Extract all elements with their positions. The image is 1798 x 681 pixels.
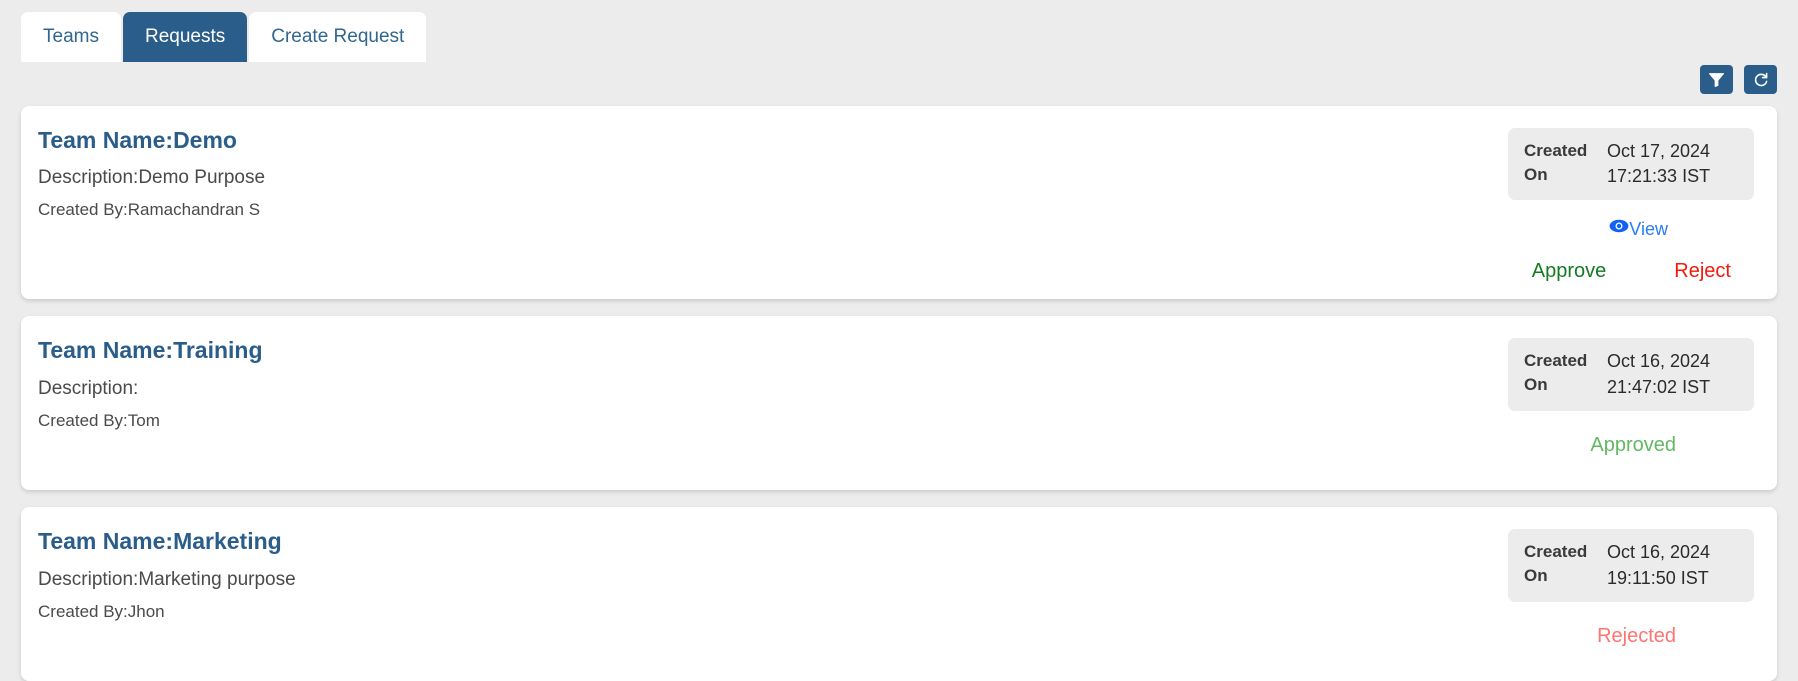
approve-button[interactable]: Approve [1532, 261, 1607, 281]
request-actions: Created On Oct 17, 2024 17:21:33 IST Vie… [1297, 106, 1777, 299]
created-time: 19:11:50 IST [1607, 567, 1709, 588]
tab-requests[interactable]: Requests [122, 12, 248, 62]
eye-icon [1609, 219, 1629, 238]
tab-bar: Teams Requests Create Request [0, 0, 1798, 62]
approve-reject-row: Approve Reject [1532, 261, 1731, 281]
view-link[interactable]: View [1609, 219, 1668, 238]
reject-button[interactable]: Reject [1674, 261, 1731, 281]
status-badge: Approved [1590, 433, 1676, 456]
created-on-label: Created On [1524, 351, 1588, 395]
created-by: Created By:Ramachandran S [38, 200, 261, 220]
tab-create-request[interactable]: Create Request [249, 12, 427, 62]
refresh-button[interactable] [1744, 65, 1777, 94]
team-name: Team Name:Marketing [38, 528, 282, 555]
request-description: Description: [38, 377, 139, 399]
request-details: Team Name:Marketing Description:Marketin… [21, 507, 296, 681]
created-on-box: Created On Oct 17, 2024 17:21:33 IST [1508, 128, 1754, 201]
tab-teams[interactable]: Teams [21, 12, 121, 62]
created-date: Oct 16, 2024 [1607, 542, 1711, 563]
created-date: Oct 16, 2024 [1607, 351, 1711, 372]
created-on-label: Created On [1524, 542, 1588, 586]
request-actions: Created On Oct 16, 2024 21:47:02 IST App… [1297, 316, 1777, 490]
created-on-box: Created On Oct 16, 2024 19:11:50 IST [1508, 529, 1754, 602]
request-actions: Created On Oct 16, 2024 19:11:50 IST Rej… [1297, 507, 1777, 681]
created-on-box: Created On Oct 16, 2024 21:47:02 IST [1508, 338, 1754, 411]
request-list: Team Name:Demo Description:Demo Purpose … [0, 106, 1798, 681]
status-badge: Rejected [1597, 624, 1676, 647]
created-by: Created By:Jhon [38, 601, 165, 621]
request-description: Description:Marketing purpose [38, 568, 296, 590]
request-description: Description:Demo Purpose [38, 167, 266, 189]
request-card: Team Name:Demo Description:Demo Purpose … [21, 106, 1777, 300]
created-time: 21:47:02 IST [1607, 376, 1711, 397]
refresh-icon [1753, 72, 1769, 88]
request-details: Team Name:Demo Description:Demo Purpose … [21, 106, 265, 299]
request-card: Team Name:Training Description: Created … [21, 316, 1777, 491]
created-date: Oct 17, 2024 [1607, 141, 1711, 161]
request-card: Team Name:Marketing Description:Marketin… [21, 507, 1777, 681]
team-name: Team Name:Training [38, 337, 263, 364]
created-by: Created By:Tom [38, 410, 160, 430]
view-label: View [1629, 218, 1668, 239]
request-details: Team Name:Training Description: Created … [21, 316, 263, 490]
created-on-label: Created On [1524, 141, 1588, 184]
team-name: Team Name:Demo [38, 127, 237, 153]
toolbar [0, 62, 1798, 106]
created-time: 17:21:33 IST [1607, 166, 1711, 187]
filter-button[interactable] [1700, 65, 1733, 94]
filter-icon [1709, 72, 1724, 87]
